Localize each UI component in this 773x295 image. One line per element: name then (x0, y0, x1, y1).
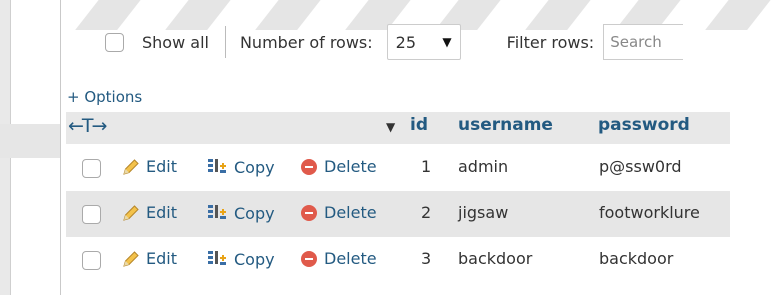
cell-password: p@ssw0rd (599, 157, 682, 176)
panel-divider (60, 0, 61, 295)
cell-password: backdoor (599, 249, 674, 268)
delete-label: Delete (324, 157, 377, 176)
delete-label: Delete (324, 249, 377, 268)
filter-rows-label: Filter rows: (506, 32, 595, 52)
pencil-icon (123, 158, 139, 175)
row-checkbox[interactable] (82, 251, 101, 270)
copy-row-icon (208, 251, 226, 265)
edit-link[interactable]: Edit (122, 157, 177, 176)
table-controls: Show all Number of rows: 25 ▼ Filter row… (105, 24, 684, 60)
cell-id: 1 (421, 157, 432, 176)
delete-label: Delete (324, 203, 377, 222)
delete-icon (301, 250, 317, 267)
column-header-username[interactable]: username (458, 115, 553, 135)
copy-link[interactable]: Copy (207, 157, 275, 177)
show-all-label: Show all (142, 32, 209, 52)
controls-separator (224, 26, 226, 58)
copy-link[interactable]: Copy (207, 249, 275, 269)
delete-icon (301, 158, 317, 175)
edit-label: Edit (146, 203, 177, 222)
table-header: ←T→ ▼ id username password (66, 112, 730, 144)
pencil-icon (123, 204, 139, 221)
cell-username: admin (458, 157, 509, 176)
column-header-id[interactable]: id (410, 115, 428, 135)
pencil-icon (123, 250, 139, 267)
cell-password: footworklure (599, 203, 700, 222)
filter-rows-input[interactable] (603, 24, 684, 60)
copy-link[interactable]: Copy (207, 203, 275, 223)
cell-username: backdoor (458, 249, 533, 268)
sort-caret-icon[interactable]: ▼ (386, 120, 395, 134)
show-all-checkbox[interactable] (105, 32, 124, 52)
edit-label: Edit (146, 157, 177, 176)
copy-label: Copy (234, 249, 275, 269)
delete-icon (301, 204, 317, 221)
rows-per-page-value: 25 (395, 32, 417, 52)
rows-label: Number of rows: (239, 32, 373, 52)
delete-link[interactable]: Delete (301, 249, 377, 268)
delete-link[interactable]: Delete (301, 203, 377, 222)
table-row: Edit Copy Delete 3 backdoor backdoor (66, 237, 730, 283)
column-header-password[interactable]: password (598, 115, 690, 135)
edit-label: Edit (146, 249, 177, 268)
dropdown-caret-icon: ▼ (442, 35, 452, 49)
edit-link[interactable]: Edit (122, 249, 177, 268)
sidebar-highlight (0, 124, 60, 158)
copy-row-icon (208, 159, 226, 173)
table-row: Edit Copy Delete 1 admin p@ssw0rd (66, 145, 730, 191)
delete-link[interactable]: Delete (301, 157, 377, 176)
row-checkbox[interactable] (82, 205, 101, 224)
row-checkbox[interactable] (82, 159, 101, 178)
rows-per-page-select[interactable]: 25 ▼ (386, 24, 461, 60)
copy-label: Copy (234, 157, 275, 177)
cell-id: 2 (421, 203, 432, 222)
column-resize-arrows-icon[interactable]: ←T→ (68, 115, 107, 137)
copy-label: Copy (234, 203, 275, 223)
edit-link[interactable]: Edit (122, 203, 177, 222)
cell-id: 3 (421, 249, 432, 268)
options-link[interactable]: + Options (67, 88, 142, 106)
copy-row-icon (208, 205, 226, 219)
cell-username: jigsaw (458, 203, 509, 222)
table-row: Edit Copy Delete 2 jigsaw footworklure (66, 191, 730, 237)
